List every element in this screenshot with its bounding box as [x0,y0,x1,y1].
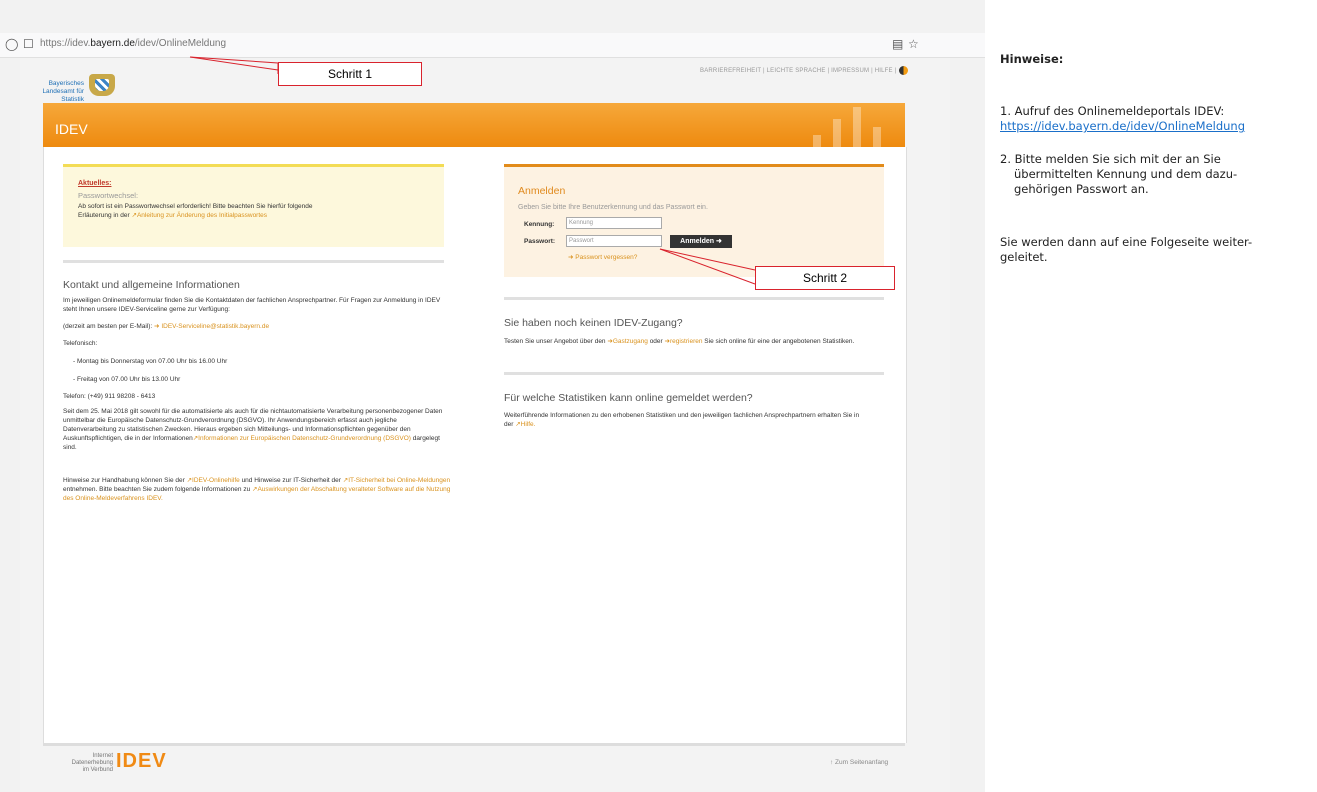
note-step2-line1: 2. Bitte melden Sie sich mit der an Sie [1000,152,1221,166]
note-step3-line1: Sie werden dann auf eine Folgeseite weit… [1000,235,1253,249]
notes-title: Hinweise: [1000,52,1064,66]
note-step3-line2: geleitet. [1000,250,1048,264]
step1-callout: Schritt 1 [278,62,422,86]
portal-link[interactable]: https://idev.bayern.de/idev/OnlineMeldun… [1000,119,1245,133]
callout-lines [189,56,756,285]
note-step2-line3: gehörigen Passwort an. [1014,182,1149,196]
note-step2-line2: übermittelten Kennung und dem dazu- [1014,167,1238,181]
browser-screenshot: ◯ ☐ https://idev.bayern.de/idev/OnlineMe… [0,0,985,792]
step2-callout: Schritt 2 [755,266,895,290]
instructions-panel: Hinweise: 1. Aufruf des Onlinemeldeporta… [1000,52,1310,265]
note-step1: 1. Aufruf des Onlinemeldeportals IDEV: [1000,104,1225,118]
